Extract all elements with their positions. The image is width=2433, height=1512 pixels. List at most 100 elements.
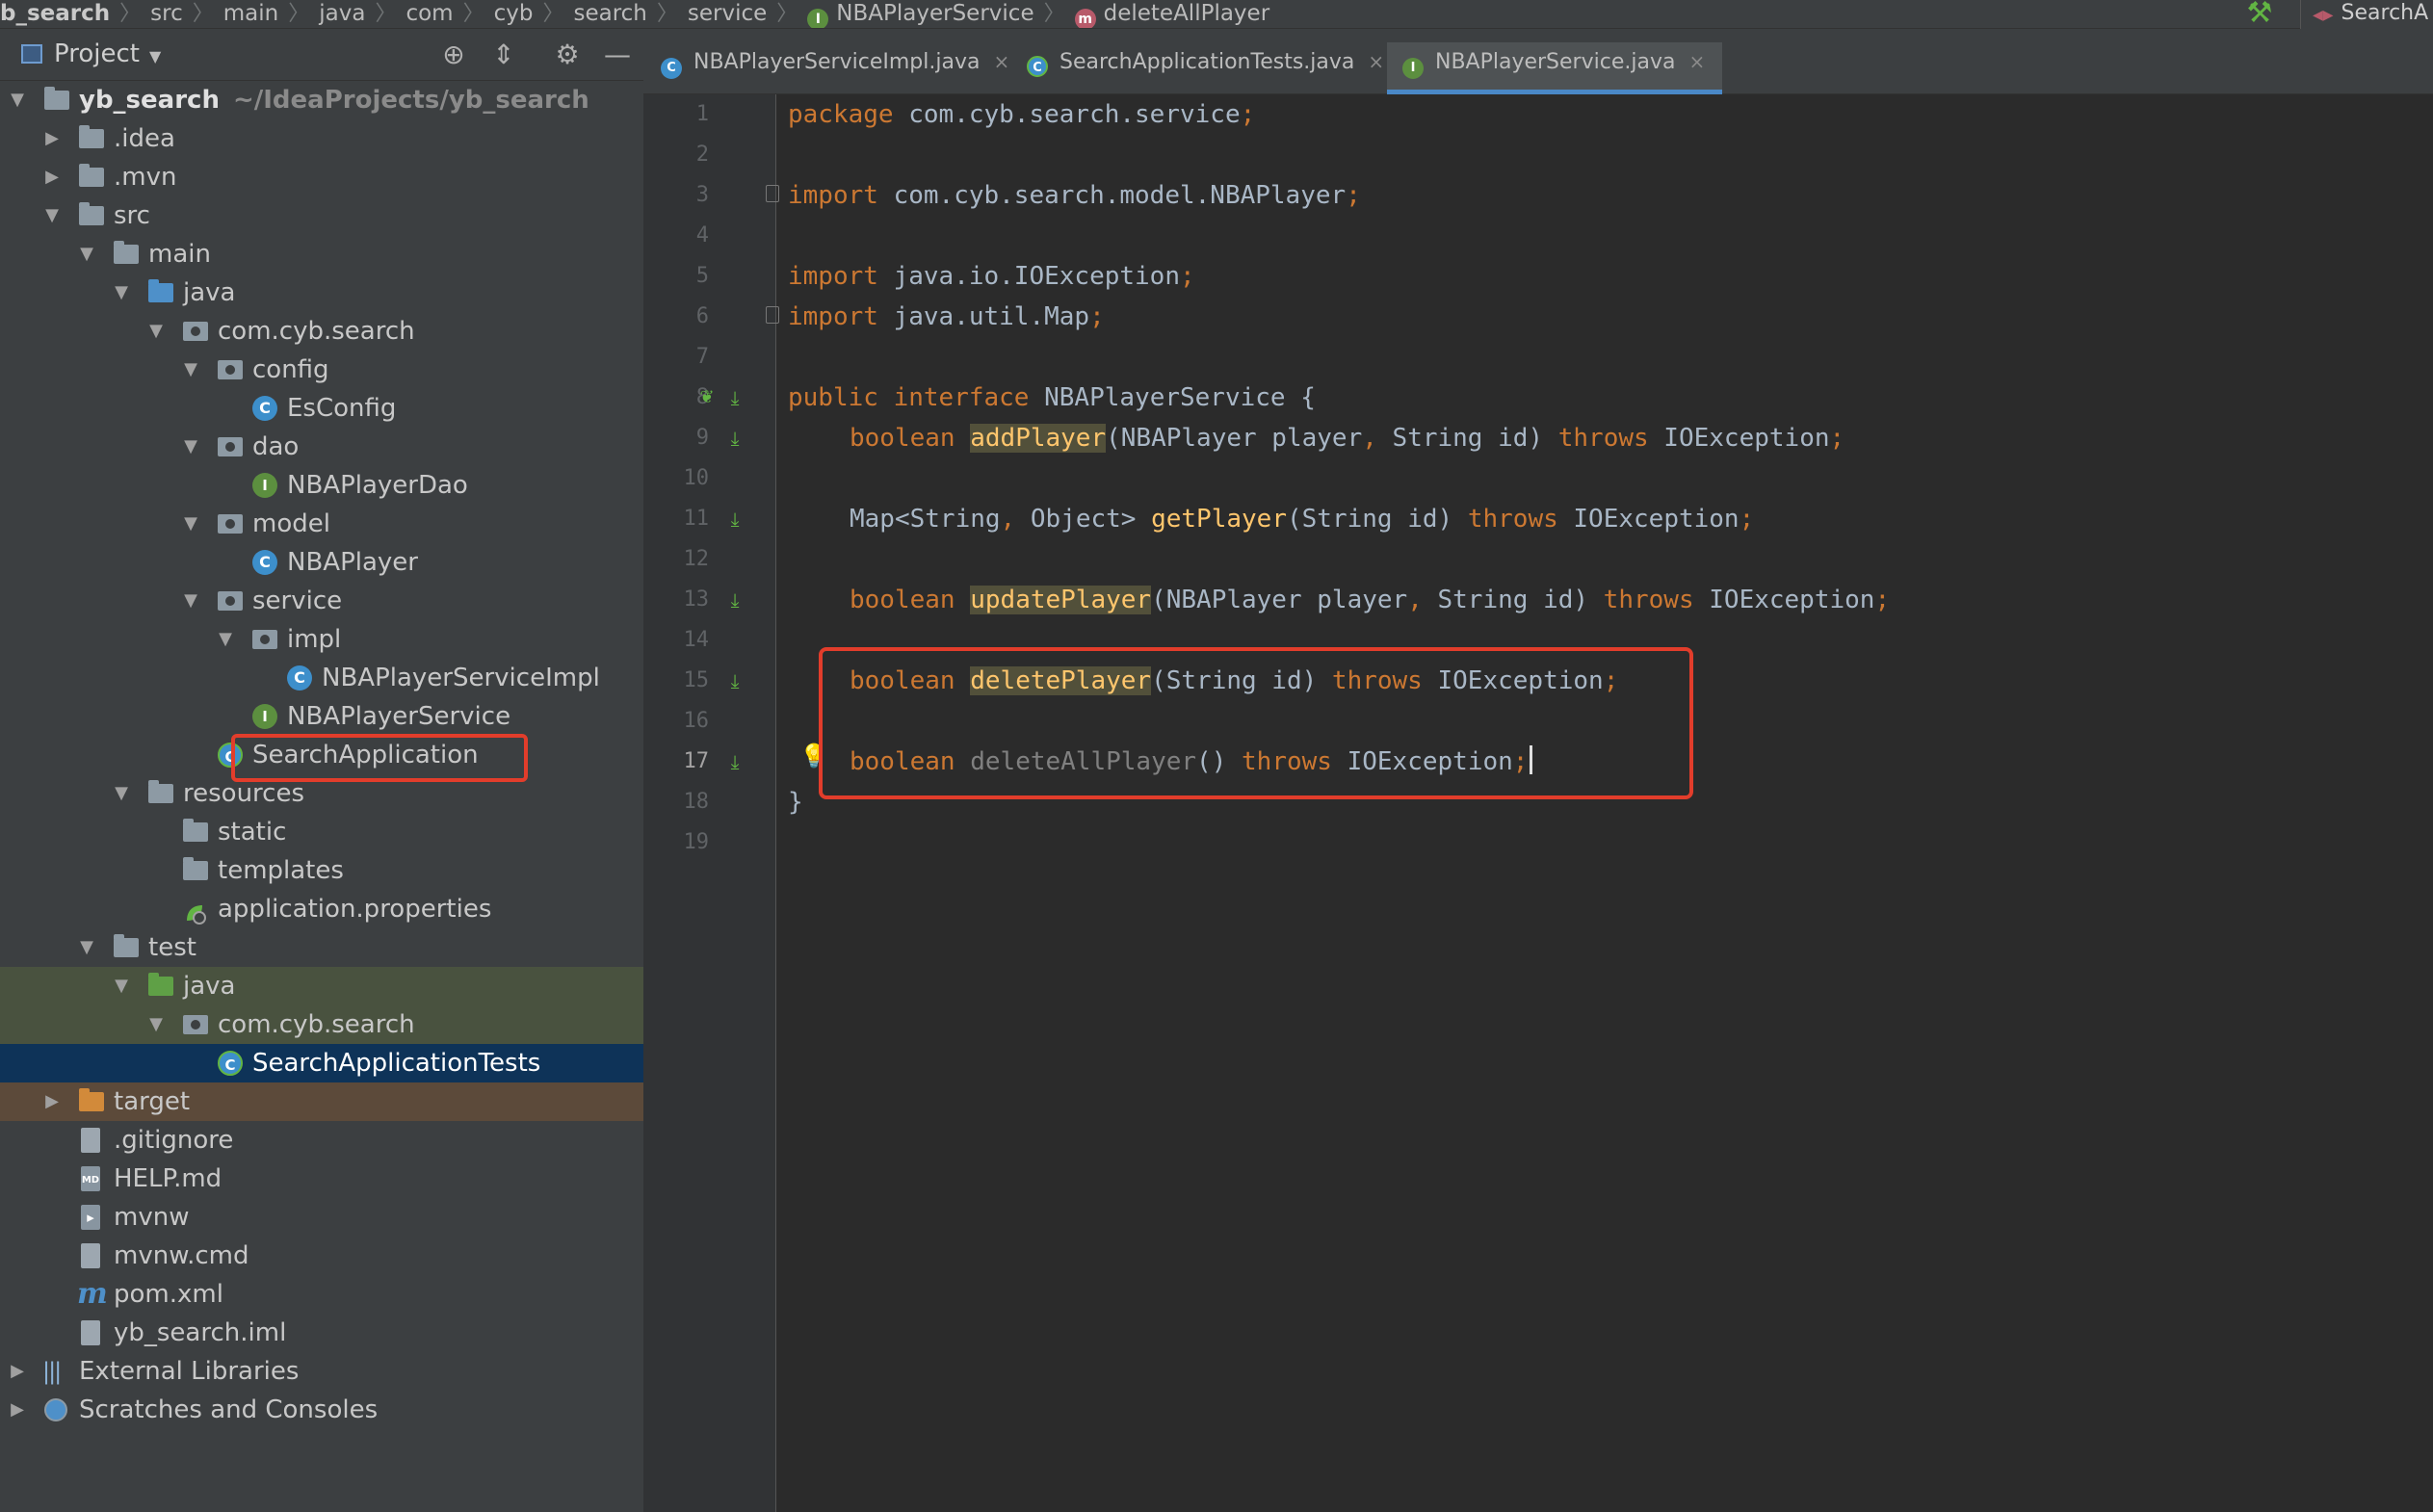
- code-editor[interactable]: package com.cyb.search.service; import c…: [788, 94, 2433, 1512]
- cmd-file-icon: [81, 1243, 100, 1268]
- close-icon[interactable]: ×: [993, 50, 1009, 73]
- tree-item-impl[interactable]: ▼ impl: [0, 620, 643, 659]
- tree-item-esconfig[interactable]: C EsConfig: [0, 389, 643, 428]
- tree-item-templates[interactable]: templates: [0, 851, 643, 890]
- tree-item-src[interactable]: ▼ src: [0, 196, 643, 235]
- tree-item-label: main: [148, 240, 211, 269]
- tree-item-label: config: [252, 355, 329, 384]
- tree-item-model[interactable]: ▼ model: [0, 505, 643, 543]
- tree-item-nbaplayerserviceimpl[interactable]: C NBAPlayerServiceImpl: [0, 659, 643, 697]
- tree-item-target[interactable]: ▶ target: [0, 1082, 643, 1121]
- breadcrumb-interface[interactable]: I NBAPlayerService: [807, 0, 1034, 28]
- tree-item-static[interactable]: static: [0, 813, 643, 851]
- tree-item-package[interactable]: ▼ com.cyb.search: [0, 312, 643, 351]
- implemented-method-icon[interactable]: ⤓: [720, 661, 749, 701]
- run-config-icon: ◀▶: [2313, 8, 2334, 23]
- chevron-down-icon[interactable]: ▼: [146, 1005, 166, 1044]
- package-icon: [218, 591, 243, 611]
- chevron-down-icon[interactable]: ▼: [216, 620, 235, 659]
- fold-marker-icon[interactable]: [766, 306, 779, 324]
- tree-item-test-package[interactable]: ▼ com.cyb.search: [0, 1005, 643, 1044]
- breadcrumb-java[interactable]: java: [319, 0, 365, 27]
- implemented-method-icon[interactable]: ⤓: [720, 378, 749, 418]
- chevron-down-icon[interactable]: ▼: [112, 774, 131, 813]
- tree-item-nbaplayerservice[interactable]: I NBAPlayerService: [0, 697, 643, 736]
- tree-item-test[interactable]: ▼ test: [0, 928, 643, 967]
- chevron-down-icon[interactable]: ▼: [77, 928, 96, 967]
- tree-item-service[interactable]: ▼ service: [0, 582, 643, 620]
- tree-item-idea[interactable]: ▶ .idea: [0, 119, 643, 158]
- maven-icon: m: [77, 1277, 108, 1311]
- tree-item-root[interactable]: ▼ yb_search ~/IdeaProjects/yb_search: [0, 81, 643, 119]
- tree-item-external-libraries[interactable]: ▶ ||| External Libraries: [0, 1352, 643, 1391]
- chevron-down-icon[interactable]: ▼: [112, 967, 131, 1005]
- implemented-method-icon[interactable]: ⤓: [720, 418, 749, 458]
- collapse-icon[interactable]: ⇕: [487, 39, 520, 71]
- chevron-right-icon[interactable]: ▶: [42, 158, 62, 196]
- tree-item-searchapplicationtests[interactable]: C SearchApplicationTests: [0, 1044, 643, 1082]
- chevron-down-icon[interactable]: ▼: [146, 312, 166, 351]
- line-number: 18: [683, 790, 710, 814]
- implemented-method-icon[interactable]: ⤓: [720, 499, 749, 539]
- line-number-current: 17: [683, 749, 710, 773]
- chevron-down-icon[interactable]: ▼: [77, 235, 96, 274]
- breadcrumb-service[interactable]: service: [688, 0, 767, 27]
- folder-icon: [79, 125, 104, 148]
- tree-item-java[interactable]: ▼ java: [0, 274, 643, 312]
- tree-item-nbaplayer[interactable]: C NBAPlayer: [0, 543, 643, 582]
- tree-item-pom-xml[interactable]: m pom.xml: [0, 1275, 643, 1314]
- build-hammer-icon[interactable]: ⚒: [2242, 0, 2277, 29]
- breadcrumb-src[interactable]: src: [150, 0, 183, 27]
- chevron-right-icon: 〉: [119, 2, 142, 26]
- tab-searchapplicationtests[interactable]: C SearchApplicationTests.java ×: [1027, 42, 1384, 94]
- chevron-right-icon[interactable]: ▶: [42, 1082, 62, 1121]
- minimize-icon[interactable]: —: [601, 39, 634, 71]
- breadcrumb-search[interactable]: search: [573, 0, 646, 27]
- implemented-method-icon[interactable]: ⤓: [720, 742, 749, 782]
- breadcrumb-main[interactable]: main: [223, 0, 278, 27]
- fold-marker-icon[interactable]: [766, 185, 779, 202]
- tree-item-nbaplayerdao[interactable]: I NBAPlayerDao: [0, 466, 643, 505]
- chevron-right-icon[interactable]: ▶: [8, 1352, 27, 1391]
- tree-item-dao[interactable]: ▼ dao: [0, 428, 643, 466]
- gear-icon[interactable]: ⚙: [551, 39, 584, 71]
- spring-bean-icon[interactable]: ❦: [693, 378, 720, 418]
- chevron-down-icon[interactable]: ▼: [112, 274, 131, 312]
- chevron-down-icon[interactable]: ▼: [181, 582, 200, 620]
- breadcrumb-project[interactable]: b_search: [0, 0, 110, 27]
- line-number: 4: [695, 223, 709, 248]
- breadcrumb-method[interactable]: m deleteAllPlayer: [1074, 0, 1269, 28]
- package-icon: [218, 437, 243, 456]
- chevron-right-icon[interactable]: ▶: [42, 119, 62, 158]
- tree-item-help-md[interactable]: MD HELP.md: [0, 1160, 643, 1198]
- tree-item-mvn[interactable]: ▶ .mvn: [0, 158, 643, 196]
- tree-item-scratches[interactable]: ▶ Scratches and Consoles: [0, 1391, 643, 1429]
- tree-item-config[interactable]: ▼ config: [0, 351, 643, 389]
- chevron-down-icon[interactable]: ▼: [8, 81, 27, 119]
- tree-item-main[interactable]: ▼ main: [0, 235, 643, 274]
- chevron-down-icon[interactable]: ▼: [42, 196, 62, 235]
- class-icon: C: [661, 58, 682, 79]
- implemented-method-icon[interactable]: ⤓: [720, 580, 749, 620]
- chevron-down-icon[interactable]: ▼: [181, 351, 200, 389]
- tree-item-mvnw[interactable]: ▸ mvnw: [0, 1198, 643, 1237]
- project-view-selector[interactable]: Project ▼: [21, 39, 161, 72]
- tree-item-test-java[interactable]: ▼ java: [0, 967, 643, 1005]
- locate-icon[interactable]: ⊕: [437, 39, 470, 71]
- tab-nbaplayerserviceimpl[interactable]: C NBAPlayerServiceImpl.java ×: [661, 42, 1009, 94]
- chevron-down-icon[interactable]: ▼: [181, 505, 200, 543]
- breadcrumb-cyb[interactable]: cyb: [494, 0, 534, 27]
- breadcrumb-com[interactable]: com: [406, 0, 453, 27]
- resources-folder-icon: [148, 780, 173, 803]
- run-configuration-selector[interactable]: ◀▶ SearchA: [2300, 0, 2433, 29]
- tree-item-gitignore[interactable]: .gitignore: [0, 1121, 643, 1160]
- project-icon: [21, 44, 42, 64]
- tree-item-iml[interactable]: yb_search.iml: [0, 1314, 643, 1352]
- close-icon[interactable]: ×: [1368, 50, 1384, 73]
- tab-nbaplayerservice[interactable]: I NBAPlayerService.java ×: [1387, 42, 1723, 94]
- tree-item-application-properties[interactable]: application.properties: [0, 890, 643, 928]
- chevron-right-icon[interactable]: ▶: [8, 1391, 27, 1429]
- close-icon[interactable]: ×: [1688, 50, 1705, 73]
- chevron-down-icon[interactable]: ▼: [181, 428, 200, 466]
- tree-item-mvnw-cmd[interactable]: mvnw.cmd: [0, 1237, 643, 1275]
